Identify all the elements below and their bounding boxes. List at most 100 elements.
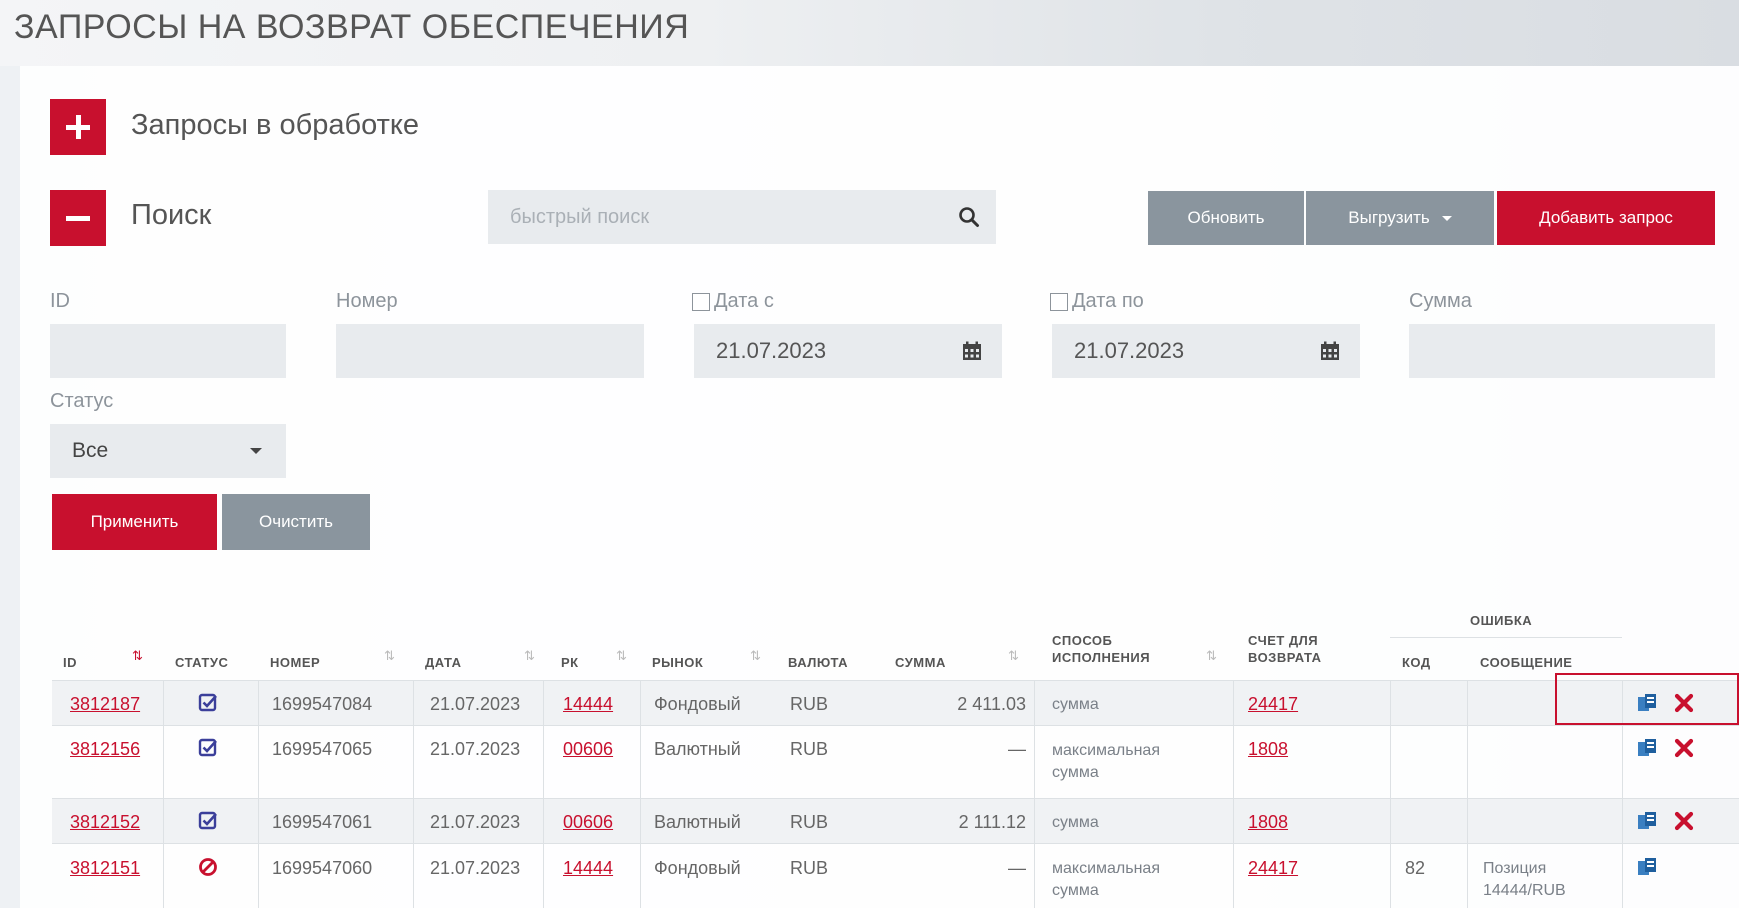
refresh-button[interactable]: Обновить xyxy=(1148,191,1304,245)
calendar-icon[interactable] xyxy=(1320,341,1340,366)
sort-icon[interactable]: ⇅ xyxy=(616,648,627,664)
row-id-link[interactable]: 3812151 xyxy=(70,857,140,879)
date-from-checkbox[interactable] xyxy=(692,292,710,311)
filter-sum-field xyxy=(1409,324,1715,378)
row-rk-link[interactable]: 00606 xyxy=(563,811,613,833)
filter-number-field xyxy=(336,324,644,378)
date-to-checkbox[interactable] xyxy=(1050,292,1068,311)
header-number[interactable]: НОМЕР xyxy=(270,654,320,671)
header-error: ОШИБКА xyxy=(1470,613,1533,628)
filter-date-from-label: Дата с xyxy=(692,290,774,313)
filter-id-input[interactable] xyxy=(50,324,286,378)
filter-number-input[interactable] xyxy=(336,324,644,378)
row-sum: — xyxy=(1008,858,1026,878)
row-id-link[interactable]: 3812156 xyxy=(70,738,140,760)
status-rejected-icon xyxy=(198,857,218,882)
row-rk-link[interactable]: 00606 xyxy=(563,738,613,760)
add-request-button[interactable]: Добавить запрос xyxy=(1497,191,1715,245)
filter-status-label: Статус xyxy=(50,390,114,412)
status-select-value: Все xyxy=(72,439,109,462)
sort-icon[interactable]: ⇅ xyxy=(750,648,761,664)
status-select[interactable]: Все xyxy=(50,424,286,478)
filter-number-label: Номер xyxy=(336,290,398,312)
row-id-link[interactable]: 3812152 xyxy=(70,811,140,833)
row-id-link[interactable]: 3812187 xyxy=(70,693,140,715)
collapse-search-button[interactable] xyxy=(50,190,106,246)
row-account-link[interactable]: 1808 xyxy=(1248,738,1288,760)
export-label: Выгрузить xyxy=(1348,208,1430,227)
sort-icon[interactable]: ⇅ xyxy=(1008,648,1019,664)
row-method: сумма xyxy=(1052,814,1099,831)
filter-id-label: ID xyxy=(50,290,70,312)
close-icon[interactable] xyxy=(1674,738,1694,763)
row-account-link[interactable]: 24417 xyxy=(1248,857,1298,879)
section-title-in-progress[interactable]: Запросы в обработке xyxy=(131,109,419,142)
row-market: Валютный xyxy=(654,812,741,832)
row-currency: RUB xyxy=(790,858,829,878)
calendar-icon[interactable] xyxy=(962,341,982,366)
copy-icon[interactable] xyxy=(1637,738,1659,763)
date-to-label-text: Дата по xyxy=(1072,290,1144,312)
apply-button[interactable]: Применить xyxy=(52,494,217,550)
close-icon[interactable] xyxy=(1674,811,1694,836)
date-from-label-text: Дата с xyxy=(714,290,774,312)
row-method: сумма xyxy=(1052,696,1099,713)
clear-button[interactable]: Очистить xyxy=(222,494,370,550)
caret-down-icon xyxy=(250,448,262,454)
search-icon[interactable] xyxy=(942,190,996,244)
row-number: 1699547084 xyxy=(272,694,373,714)
status-processed-icon xyxy=(198,738,218,763)
quick-search-box xyxy=(488,190,996,244)
header-rk[interactable]: РК xyxy=(561,654,579,671)
copy-icon[interactable] xyxy=(1637,811,1659,836)
filter-date-to-field xyxy=(1052,324,1360,378)
status-processed-icon xyxy=(198,811,218,836)
row-account-link[interactable]: 24417 xyxy=(1248,693,1298,715)
header-id[interactable]: ID xyxy=(63,654,77,671)
row-rk-link[interactable]: 14444 xyxy=(563,693,613,715)
header-divider xyxy=(1390,637,1622,638)
filter-date-to-label: Дата по xyxy=(1050,290,1144,313)
row-currency: RUB xyxy=(790,739,829,759)
sort-icon[interactable]: ⇅ xyxy=(132,648,143,664)
filter-id-field xyxy=(50,324,286,378)
header-account: СЧЕТ ДЛЯ ВОЗВРАТА xyxy=(1248,633,1322,665)
date-to-input[interactable] xyxy=(1052,324,1360,378)
row-method: максимальная сумма xyxy=(1052,742,1160,781)
sort-icon[interactable]: ⇅ xyxy=(384,648,395,664)
row-date: 21.07.2023 xyxy=(430,739,521,759)
row-number: 1699547065 xyxy=(272,739,373,759)
status-processed-icon xyxy=(198,693,218,718)
sort-icon[interactable]: ⇅ xyxy=(1206,648,1217,664)
quick-search-input[interactable] xyxy=(488,190,942,244)
header-status: СТАТУС xyxy=(175,655,229,670)
copy-icon[interactable] xyxy=(1637,857,1659,882)
header-method[interactable]: СПОСОБ ИСПОЛНЕНИЯ xyxy=(1052,632,1150,666)
row-error-message: Позиция 14444/RUB xyxy=(1483,860,1566,899)
header-market[interactable]: РЫНОК xyxy=(652,654,703,671)
sort-icon[interactable]: ⇅ xyxy=(524,648,535,664)
header-code: КОД xyxy=(1402,655,1431,670)
filter-date-from-field xyxy=(694,324,1002,378)
row-number: 1699547060 xyxy=(272,858,373,878)
row-sum: 2 111.12 xyxy=(958,812,1026,832)
caret-down-icon xyxy=(1441,215,1452,221)
export-dropdown-button[interactable]: Выгрузить xyxy=(1306,191,1494,245)
minus-icon xyxy=(66,215,90,221)
row-currency: RUB xyxy=(790,694,829,714)
filter-sum-input[interactable] xyxy=(1409,324,1715,378)
row-market: Валютный xyxy=(654,739,741,759)
filter-sum-label: Сумма xyxy=(1409,290,1472,312)
header-date[interactable]: ДАТА xyxy=(425,654,462,671)
row-rk-link[interactable]: 14444 xyxy=(563,857,613,879)
section-title-search[interactable]: Поиск xyxy=(131,199,211,232)
row-error-code: 82 xyxy=(1405,858,1426,878)
date-from-input[interactable] xyxy=(694,324,1002,378)
expand-in-progress-button[interactable] xyxy=(50,99,106,155)
row-currency: RUB xyxy=(790,812,829,832)
header-sum[interactable]: СУММА xyxy=(895,654,946,671)
row-date: 21.07.2023 xyxy=(430,858,521,878)
table-row[interactable] xyxy=(52,725,1739,798)
row-sum: — xyxy=(1008,739,1026,759)
row-account-link[interactable]: 1808 xyxy=(1248,811,1288,833)
